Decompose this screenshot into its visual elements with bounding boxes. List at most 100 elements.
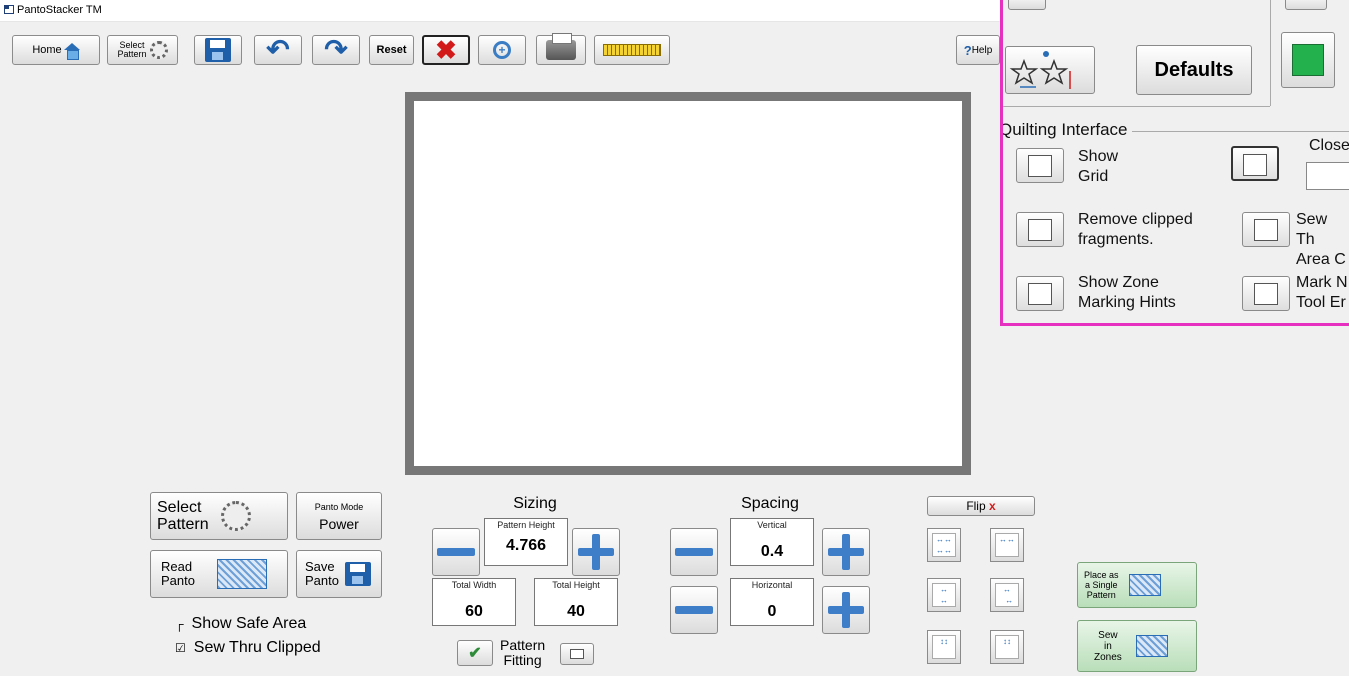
ruler-button[interactable]: [594, 35, 670, 65]
total-height-field[interactable]: Total Height 40: [534, 578, 618, 626]
sew-in-zones-button[interactable]: Sew in Zones: [1077, 620, 1197, 672]
read-panto-label-2: Panto: [161, 573, 195, 588]
vertical-spacing-decrease-button[interactable]: [670, 528, 718, 576]
sew-thru-area-checkbox[interactable]: [1242, 212, 1290, 247]
layout-tile-6[interactable]: ↕↕: [990, 630, 1024, 664]
panto-mode-caption: Panto Mode: [314, 502, 364, 512]
color-swatch-button[interactable]: [1281, 32, 1335, 88]
show-grid-checkbox[interactable]: [1016, 148, 1064, 183]
clear-button[interactable]: ✖: [422, 35, 470, 65]
delete-x-icon: ✖: [435, 35, 457, 65]
zones-line-1: Sew: [1098, 629, 1118, 641]
home-button[interactable]: Home: [12, 35, 100, 65]
total-height-value: 40: [567, 603, 585, 620]
help-button[interactable]: ? Help: [956, 35, 1000, 65]
vertical-spacing-field[interactable]: Vertical 0.4: [730, 518, 814, 566]
layout-tile-5[interactable]: ↕↕: [927, 630, 961, 664]
home-label: Home: [32, 44, 62, 56]
minus-icon: [437, 548, 475, 556]
select-pattern-toolbar-button[interactable]: Select Pattern: [107, 35, 178, 65]
single-pattern-icon: [1128, 574, 1161, 596]
vertical-spacing-increase-button[interactable]: [822, 528, 870, 576]
close-input[interactable]: [1306, 162, 1349, 190]
printer-icon: [546, 33, 576, 60]
horizontal-spacing-increase-button[interactable]: [822, 586, 870, 634]
print-button[interactable]: [536, 33, 586, 65]
close-checkbox[interactable]: [1231, 146, 1279, 181]
panel-top-button-1[interactable]: [1008, 0, 1046, 10]
read-panto-button[interactable]: Read Panto: [150, 550, 288, 598]
show-safe-area-option[interactable]: ┌ Show Safe Area: [175, 615, 306, 633]
total-height-caption: Total Height: [552, 580, 600, 590]
redo-icon: ↷: [324, 34, 348, 65]
arrows-vertical-icon: ↕↕: [995, 635, 1019, 659]
pattern-fitting-option-button[interactable]: [560, 643, 594, 665]
gear-icon: [149, 41, 168, 59]
plus-icon: [828, 534, 864, 570]
zones-line-3: Zones: [1094, 651, 1122, 663]
place-single-pattern-button[interactable]: Place as a Single Pattern: [1077, 562, 1197, 608]
zoom-button[interactable]: +: [478, 35, 526, 65]
help-icon: ?: [963, 42, 972, 58]
pattern-height-increase-button[interactable]: [572, 528, 620, 576]
layout-tile-4[interactable]: ↔ ↔: [990, 578, 1024, 612]
total-width-caption: Total Width: [451, 580, 497, 590]
pattern-fitting-check-button[interactable]: ✔: [457, 640, 493, 666]
redo-button[interactable]: ↷: [312, 35, 360, 65]
show-grid-label: Show Grid: [1078, 148, 1119, 185]
layout-tile-2[interactable]: ↔↔: [990, 528, 1024, 562]
reset-label: Reset: [376, 44, 407, 56]
panel-divider: [1270, 0, 1271, 106]
blank-box-icon: [570, 649, 584, 659]
save-panto-label-2: Panto: [305, 573, 339, 588]
arrows-vertical-icon: ↕↕: [932, 635, 956, 659]
pattern-height-value: 4.766: [505, 537, 547, 554]
read-panto-label-1: Read: [161, 559, 193, 574]
reset-button[interactable]: Reset: [369, 35, 414, 65]
defaults-label: Defaults: [1154, 58, 1234, 81]
save-panto-floppy-icon: [344, 562, 371, 586]
pattern-fitting-label: Pattern Fitting: [500, 637, 546, 668]
show-safe-area-label: Show Safe Area: [191, 615, 307, 632]
arrows-horizontal-icon: ↔↔: [995, 533, 1019, 557]
panel-top-button-2[interactable]: [1285, 0, 1327, 10]
save-panto-label-1: Save: [305, 559, 335, 574]
floppy-disk-icon: [205, 38, 231, 62]
sew-thru-clipped-label: Sew Thru Clipped: [193, 639, 321, 656]
defaults-button[interactable]: Defaults: [1136, 45, 1252, 95]
show-safe-area-checkbox[interactable]: ┌: [175, 617, 184, 631]
pattern-height-decrease-button[interactable]: [432, 528, 480, 576]
remove-clipped-checkbox[interactable]: [1016, 212, 1064, 247]
star-shapes-button[interactable]: [1005, 46, 1095, 94]
select-pattern-label-2: Pattern: [157, 516, 209, 533]
layout-tile-3[interactable]: ↔ ↔: [927, 578, 961, 612]
help-label: Help: [971, 44, 993, 56]
horizontal-spacing-field[interactable]: Horizontal 0: [730, 578, 814, 626]
vertical-spacing-caption: Vertical: [757, 520, 787, 530]
quilt-canvas[interactable]: [414, 101, 962, 466]
select-pattern-label-1: Select: [157, 499, 202, 516]
mark-tool-label: Mark N Tool Er: [1296, 274, 1348, 311]
app-icon: [4, 5, 14, 14]
spacing-title: Spacing: [741, 495, 799, 512]
sew-thru-clipped-checkbox[interactable]: ☑: [175, 641, 186, 655]
zones-pattern-icon: [1135, 635, 1168, 657]
panto-mode-button[interactable]: Panto Mode Power: [296, 492, 382, 540]
select-pattern-button[interactable]: Select Pattern: [150, 492, 288, 540]
mark-tool-checkbox[interactable]: [1242, 276, 1290, 311]
flip-button[interactable]: Flip x: [927, 496, 1035, 516]
house-icon: [63, 42, 80, 60]
save-panto-button[interactable]: Save Panto: [296, 550, 382, 598]
total-width-field[interactable]: Total Width 60: [432, 578, 516, 626]
show-zone-hints-checkbox[interactable]: [1016, 276, 1064, 311]
sizing-title: Sizing: [513, 495, 557, 512]
sew-thru-clipped-option[interactable]: ☑ Sew Thru Clipped: [175, 639, 321, 657]
save-button[interactable]: [194, 35, 242, 65]
quilting-interface-title: Quilting Interface: [1003, 120, 1132, 140]
pattern-height-field[interactable]: Pattern Height 4.766: [484, 518, 568, 566]
undo-button[interactable]: ↶: [254, 35, 302, 65]
layout-tile-1[interactable]: ↔↔ ↔↔: [927, 528, 961, 562]
select-pattern-line2: Pattern: [117, 49, 147, 59]
panto-pattern-icon: [216, 559, 267, 589]
horizontal-spacing-decrease-button[interactable]: [670, 586, 718, 634]
